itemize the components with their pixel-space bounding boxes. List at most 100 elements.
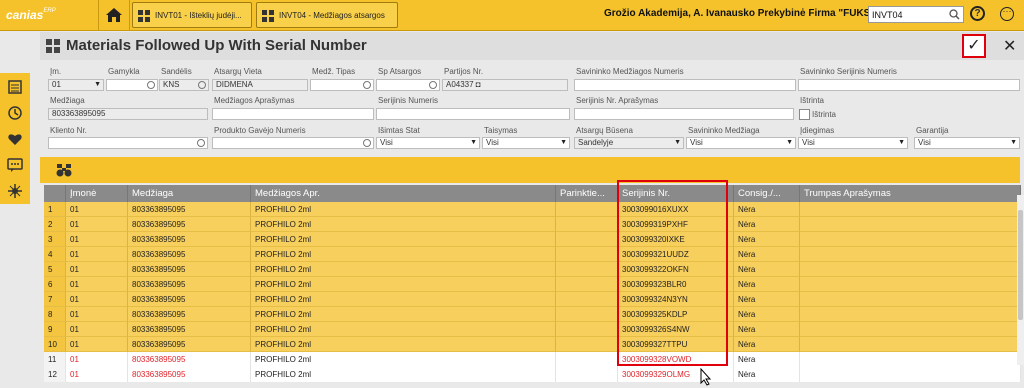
confirm-checkmark-button[interactable]: ✓ — [962, 34, 986, 58]
cell-serial[interactable]: 3003099329OLMG — [618, 367, 734, 382]
kliento-field[interactable] — [48, 137, 208, 149]
cell-medz-apr[interactable]: PROFHILO 2ml — [251, 247, 556, 262]
cell-trumpas[interactable] — [800, 262, 1021, 277]
row-number[interactable]: 7 — [44, 292, 66, 307]
cell-consig[interactable]: Nėra — [734, 202, 800, 217]
cell-consig[interactable]: Nėra — [734, 277, 800, 292]
cell-medziaga[interactable]: 803363895095 — [128, 322, 251, 337]
history-clock-icon[interactable] — [7, 105, 23, 121]
cell-medz-apr[interactable]: PROFHILO 2ml — [251, 367, 556, 382]
cell-trumpas[interactable] — [800, 337, 1021, 352]
cell-imone[interactable]: 01 — [66, 217, 128, 232]
cell-trumpas[interactable] — [800, 307, 1021, 322]
cell-medz-apr[interactable]: PROFHILO 2ml — [251, 202, 556, 217]
cell-parinktis[interactable] — [556, 247, 618, 262]
table-row[interactable]: 7 01 803363895095 PROFHILO 2ml 3003099324N3Y… — [44, 292, 1021, 307]
cell-consig[interactable]: Nėra — [734, 247, 800, 262]
cell-medziaga[interactable]: 803363895095 — [128, 337, 251, 352]
search-icon[interactable] — [949, 9, 960, 20]
help-icon[interactable]: ? — [970, 6, 985, 21]
table-row[interactable]: 8 01 803363895095 PROFHILO 2ml 3003099325KDL… — [44, 307, 1021, 322]
isimtas-select[interactable]: Visi ▼ — [376, 137, 480, 149]
col-header-medz-apr[interactable]: Medžiagos Apr. — [251, 185, 556, 202]
more-options-icon[interactable]: ··· — [1000, 7, 1014, 21]
row-number[interactable]: 4 — [44, 247, 66, 262]
cell-parinktis[interactable] — [556, 262, 618, 277]
cell-medz-apr[interactable]: PROFHILO 2ml — [251, 262, 556, 277]
cell-parinktis[interactable] — [556, 277, 618, 292]
medz-apr-field[interactable] — [212, 108, 374, 120]
idiegimas-select[interactable]: Visi ▼ — [798, 137, 908, 149]
cell-consig[interactable]: Nėra — [734, 292, 800, 307]
scrollbar-thumb[interactable] — [1018, 210, 1023, 320]
sav-medziaga-select[interactable]: Visi ▼ — [686, 137, 796, 149]
home-button[interactable] — [98, 0, 130, 30]
col-header-medziaga[interactable]: Medžiaga — [128, 185, 251, 202]
cell-trumpas[interactable] — [800, 277, 1021, 292]
cell-medziaga[interactable]: 803363895095 — [128, 367, 251, 382]
cell-medziaga[interactable]: 803363895095 — [128, 232, 251, 247]
cell-imone[interactable]: 01 — [66, 367, 128, 382]
row-number[interactable]: 3 — [44, 232, 66, 247]
transaction-search-input[interactable]: INVT04 — [868, 6, 964, 23]
list-icon[interactable] — [7, 79, 23, 95]
cell-medz-apr[interactable]: PROFHILO 2ml — [251, 352, 556, 367]
cell-consig[interactable]: Nėra — [734, 307, 800, 322]
medz-tipas-field[interactable] — [310, 79, 374, 91]
taisymas-select[interactable]: Visi ▼ — [482, 137, 570, 149]
cell-consig[interactable]: Nėra — [734, 352, 800, 367]
cell-consig[interactable]: Nėra — [734, 232, 800, 247]
dropdown-icon[interactable]: ▼ — [674, 138, 681, 148]
cell-parinktis[interactable] — [556, 232, 618, 247]
cell-medziaga[interactable]: 803363895095 — [128, 247, 251, 262]
cell-medz-apr[interactable]: PROFHILO 2ml — [251, 232, 556, 247]
cell-consig[interactable]: Nėra — [734, 262, 800, 277]
cell-parinktis[interactable] — [556, 367, 618, 382]
cell-medziaga[interactable]: 803363895095 — [128, 292, 251, 307]
cell-medz-apr[interactable]: PROFHILO 2ml — [251, 322, 556, 337]
col-header-trumpas[interactable]: Trumpas Aprašymas — [800, 185, 1021, 202]
cell-imone[interactable]: 01 — [66, 307, 128, 322]
cell-imone[interactable]: 01 — [66, 202, 128, 217]
cell-imone[interactable]: 01 — [66, 247, 128, 262]
cell-parinktis[interactable] — [556, 322, 618, 337]
cell-imone[interactable]: 01 — [66, 337, 128, 352]
table-row[interactable]: 9 01 803363895095 PROFHILO 2ml 3003099326S4N… — [44, 322, 1021, 337]
dropdown-icon[interactable]: ▼ — [1010, 138, 1017, 148]
search-icon[interactable] — [197, 139, 205, 147]
network-icon[interactable] — [7, 183, 23, 199]
table-row[interactable]: 5 01 803363895095 PROFHILO 2ml 3003099322OKF… — [44, 262, 1021, 277]
produkto-field[interactable] — [212, 137, 374, 149]
atsargu-busena-select[interactable]: Sandelyje ▼ — [574, 137, 684, 149]
cell-medz-apr[interactable]: PROFHILO 2ml — [251, 217, 556, 232]
table-row[interactable]: 3 01 803363895095 PROFHILO 2ml 3003099320IXK… — [44, 232, 1021, 247]
row-number[interactable]: 1 — [44, 202, 66, 217]
col-header-imone[interactable]: Įmonė — [66, 185, 128, 202]
close-button[interactable]: ✕ — [1003, 36, 1016, 56]
cell-parinktis[interactable] — [556, 352, 618, 367]
cell-medziaga[interactable]: 803363895095 — [128, 262, 251, 277]
col-header-parinktis[interactable]: Parinktie... — [556, 185, 618, 202]
cell-trumpas[interactable] — [800, 367, 1021, 382]
row-number[interactable]: 11 — [44, 352, 66, 367]
search-icon[interactable] — [198, 81, 206, 89]
table-row[interactable]: 10 01 803363895095 PROFHILO 2ml 3003099327TT… — [44, 337, 1021, 352]
serij-nr-field[interactable] — [376, 108, 570, 120]
cell-imone[interactable]: 01 — [66, 232, 128, 247]
dropdown-icon[interactable]: ▼ — [786, 138, 793, 148]
row-number[interactable]: 10 — [44, 337, 66, 352]
dropdown-icon[interactable]: ▼ — [898, 138, 905, 148]
tab-invt04[interactable]: INVT04 - Medžiagos atsargos — [256, 2, 398, 28]
medziaga-field[interactable]: 803363895095 — [48, 108, 208, 120]
search-icon[interactable] — [363, 81, 371, 89]
cell-trumpas[interactable] — [800, 352, 1021, 367]
cell-consig[interactable]: Nėra — [734, 337, 800, 352]
cell-imone[interactable]: 01 — [66, 277, 128, 292]
cell-trumpas[interactable] — [800, 322, 1021, 337]
row-number[interactable]: 8 — [44, 307, 66, 322]
cell-imone[interactable]: 01 — [66, 352, 128, 367]
cell-trumpas[interactable] — [800, 202, 1021, 217]
search-icon[interactable] — [429, 81, 437, 89]
cell-parinktis[interactable] — [556, 292, 618, 307]
sav-serij-nr-field[interactable] — [798, 79, 1020, 91]
